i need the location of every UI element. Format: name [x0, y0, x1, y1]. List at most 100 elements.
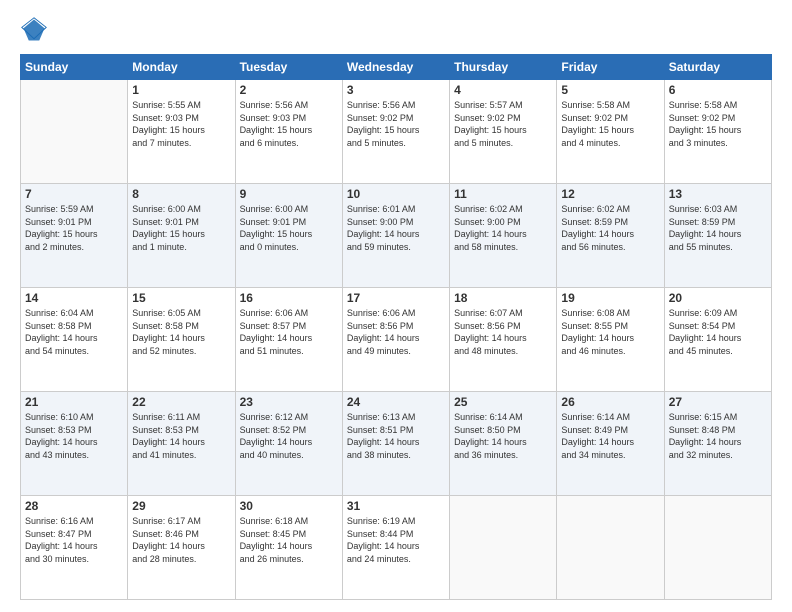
calendar-week-row: 14 Sunrise: 6:04 AM Sunset: 8:58 PM Dayli… — [21, 288, 772, 392]
calendar-header-tuesday: Tuesday — [235, 55, 342, 80]
day-number: 23 — [240, 395, 338, 409]
day-info: Sunrise: 6:06 AM Sunset: 8:56 PM Dayligh… — [347, 307, 445, 357]
day-number: 19 — [561, 291, 659, 305]
day-info: Sunrise: 5:57 AM Sunset: 9:02 PM Dayligh… — [454, 99, 552, 149]
calendar-day-cell: 2Sunrise: 5:56 AM Sunset: 9:03 PM Daylig… — [235, 80, 342, 184]
calendar-day-cell: 13Sunrise: 6:03 AM Sunset: 8:59 PM Dayli… — [664, 184, 771, 288]
day-number: 15 — [132, 291, 230, 305]
calendar-day-cell: 25 Sunrise: 6:14 AM Sunset: 8:50 PM Dayli… — [450, 392, 557, 496]
day-number: 14 — [25, 291, 123, 305]
day-number: 20 — [669, 291, 767, 305]
day-number: 9 — [240, 187, 338, 201]
calendar-day-cell: 8 Sunrise: 6:00 AM Sunset: 9:01 PM Daylig… — [128, 184, 235, 288]
day-number: 26 — [561, 395, 659, 409]
day-info: Sunrise: 6:04 AM Sunset: 8:58 PM Dayligh… — [25, 307, 123, 357]
day-info: Sunrise: 6:00 AM Sunset: 9:01 PM Dayligh… — [240, 203, 338, 253]
logo — [20, 16, 52, 44]
calendar-week-row: 21 Sunrise: 6:10 AM Sunset: 8:53 PM Dayli… — [21, 392, 772, 496]
day-number: 12 — [561, 187, 659, 201]
day-info: Sunrise: 6:14 AM Sunset: 8:49 PM Dayligh… — [561, 411, 659, 461]
calendar-day-cell: 21 Sunrise: 6:10 AM Sunset: 8:53 PM Dayli… — [21, 392, 128, 496]
calendar-header-thursday: Thursday — [450, 55, 557, 80]
day-number: 11 — [454, 187, 552, 201]
day-info: Sunrise: 6:05 AM Sunset: 8:58 PM Dayligh… — [132, 307, 230, 357]
day-info: Sunrise: 6:18 AM Sunset: 8:45 PM Dayligh… — [240, 515, 338, 565]
calendar-day-cell: 3Sunrise: 5:56 AM Sunset: 9:02 PM Daylig… — [342, 80, 449, 184]
calendar-day-cell: 29 Sunrise: 6:17 AM Sunset: 8:46 PM Dayli… — [128, 496, 235, 600]
day-number: 27 — [669, 395, 767, 409]
day-number: 13 — [669, 187, 767, 201]
day-info: Sunrise: 6:07 AM Sunset: 8:56 PM Dayligh… — [454, 307, 552, 357]
day-info: Sunrise: 5:58 AM Sunset: 9:02 PM Dayligh… — [669, 99, 767, 149]
day-info: Sunrise: 5:58 AM Sunset: 9:02 PM Dayligh… — [561, 99, 659, 149]
calendar-header-friday: Friday — [557, 55, 664, 80]
calendar-header-wednesday: Wednesday — [342, 55, 449, 80]
day-info: Sunrise: 6:10 AM Sunset: 8:53 PM Dayligh… — [25, 411, 123, 461]
calendar-day-cell: 17 Sunrise: 6:06 AM Sunset: 8:56 PM Dayli… — [342, 288, 449, 392]
day-number: 5 — [561, 83, 659, 97]
calendar-day-cell — [557, 496, 664, 600]
day-number: 28 — [25, 499, 123, 513]
header — [20, 16, 772, 44]
calendar-day-cell — [21, 80, 128, 184]
logo-icon — [20, 16, 48, 44]
calendar-day-cell: 5 Sunrise: 5:58 AM Sunset: 9:02 PM Daylig… — [557, 80, 664, 184]
calendar-day-cell: 4 Sunrise: 5:57 AM Sunset: 9:02 PM Daylig… — [450, 80, 557, 184]
calendar-day-cell: 23 Sunrise: 6:12 AM Sunset: 8:52 PM Dayli… — [235, 392, 342, 496]
calendar-day-cell: 9 Sunrise: 6:00 AM Sunset: 9:01 PM Daylig… — [235, 184, 342, 288]
calendar-day-cell — [450, 496, 557, 600]
day-info: Sunrise: 6:08 AM Sunset: 8:55 PM Dayligh… — [561, 307, 659, 357]
day-info: Sunrise: 6:06 AM Sunset: 8:57 PM Dayligh… — [240, 307, 338, 357]
page: SundayMondayTuesdayWednesdayThursdayFrid… — [0, 0, 792, 612]
day-number: 24 — [347, 395, 445, 409]
calendar-week-row: 1Sunrise: 5:55 AM Sunset: 9:03 PM Daylig… — [21, 80, 772, 184]
day-info: Sunrise: 6:14 AM Sunset: 8:50 PM Dayligh… — [454, 411, 552, 461]
day-number: 8 — [132, 187, 230, 201]
calendar-day-cell: 30Sunrise: 6:18 AM Sunset: 8:45 PM Dayli… — [235, 496, 342, 600]
day-number: 1 — [132, 83, 230, 97]
day-number: 22 — [132, 395, 230, 409]
day-number: 17 — [347, 291, 445, 305]
day-number: 25 — [454, 395, 552, 409]
calendar-header-saturday: Saturday — [664, 55, 771, 80]
calendar-day-cell: 28 Sunrise: 6:16 AM Sunset: 8:47 PM Dayli… — [21, 496, 128, 600]
calendar-day-cell: 11Sunrise: 6:02 AM Sunset: 9:00 PM Dayli… — [450, 184, 557, 288]
day-info: Sunrise: 6:17 AM Sunset: 8:46 PM Dayligh… — [132, 515, 230, 565]
day-number: 10 — [347, 187, 445, 201]
day-info: Sunrise: 6:19 AM Sunset: 8:44 PM Dayligh… — [347, 515, 445, 565]
calendar-day-cell: 20 Sunrise: 6:09 AM Sunset: 8:54 PM Dayli… — [664, 288, 771, 392]
calendar-day-cell: 10 Sunrise: 6:01 AM Sunset: 9:00 PM Dayli… — [342, 184, 449, 288]
day-number: 6 — [669, 83, 767, 97]
day-info: Sunrise: 6:02 AM Sunset: 8:59 PM Dayligh… — [561, 203, 659, 253]
day-info: Sunrise: 6:13 AM Sunset: 8:51 PM Dayligh… — [347, 411, 445, 461]
calendar-day-cell: 16 Sunrise: 6:06 AM Sunset: 8:57 PM Dayli… — [235, 288, 342, 392]
day-number: 3 — [347, 83, 445, 97]
calendar-table: SundayMondayTuesdayWednesdayThursdayFrid… — [20, 54, 772, 600]
day-number: 16 — [240, 291, 338, 305]
day-info: Sunrise: 6:16 AM Sunset: 8:47 PM Dayligh… — [25, 515, 123, 565]
day-info: Sunrise: 6:01 AM Sunset: 9:00 PM Dayligh… — [347, 203, 445, 253]
day-number: 4 — [454, 83, 552, 97]
day-info: Sunrise: 6:12 AM Sunset: 8:52 PM Dayligh… — [240, 411, 338, 461]
day-info: Sunrise: 6:11 AM Sunset: 8:53 PM Dayligh… — [132, 411, 230, 461]
calendar-header-monday: Monday — [128, 55, 235, 80]
calendar-day-cell: 1Sunrise: 5:55 AM Sunset: 9:03 PM Daylig… — [128, 80, 235, 184]
calendar-header-row: SundayMondayTuesdayWednesdayThursdayFrid… — [21, 55, 772, 80]
calendar-day-cell: 14 Sunrise: 6:04 AM Sunset: 8:58 PM Dayli… — [21, 288, 128, 392]
day-info: Sunrise: 5:59 AM Sunset: 9:01 PM Dayligh… — [25, 203, 123, 253]
day-info: Sunrise: 6:00 AM Sunset: 9:01 PM Dayligh… — [132, 203, 230, 253]
calendar-day-cell: 24 Sunrise: 6:13 AM Sunset: 8:51 PM Dayli… — [342, 392, 449, 496]
calendar-day-cell: 6 Sunrise: 5:58 AM Sunset: 9:02 PM Daylig… — [664, 80, 771, 184]
calendar-day-cell: 26 Sunrise: 6:14 AM Sunset: 8:49 PM Dayli… — [557, 392, 664, 496]
day-info: Sunrise: 6:15 AM Sunset: 8:48 PM Dayligh… — [669, 411, 767, 461]
day-number: 29 — [132, 499, 230, 513]
day-number: 21 — [25, 395, 123, 409]
calendar-day-cell: 18 Sunrise: 6:07 AM Sunset: 8:56 PM Dayli… — [450, 288, 557, 392]
day-number: 2 — [240, 83, 338, 97]
calendar-week-row: 7Sunrise: 5:59 AM Sunset: 9:01 PM Daylig… — [21, 184, 772, 288]
day-number: 31 — [347, 499, 445, 513]
calendar-day-cell: 15 Sunrise: 6:05 AM Sunset: 8:58 PM Dayli… — [128, 288, 235, 392]
day-number: 18 — [454, 291, 552, 305]
day-info: Sunrise: 6:09 AM Sunset: 8:54 PM Dayligh… — [669, 307, 767, 357]
calendar-header-sunday: Sunday — [21, 55, 128, 80]
